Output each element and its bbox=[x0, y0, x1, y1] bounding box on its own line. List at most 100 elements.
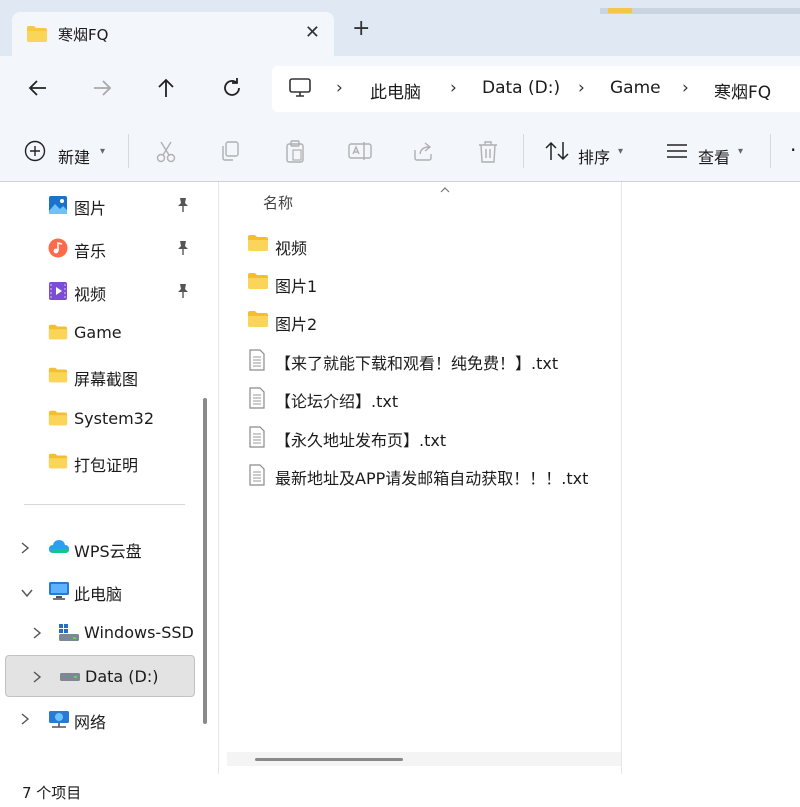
preview-area bbox=[623, 182, 800, 774]
file-name: 【来了就能下载和观看！纯免费！】.txt bbox=[275, 354, 559, 373]
new-tab-button[interactable]: + bbox=[352, 18, 370, 40]
sidebar-item-windows-ssd[interactable]: Windows-SSD bbox=[0, 613, 196, 653]
videos-icon bbox=[48, 281, 68, 301]
chevron-down-icon[interactable] bbox=[20, 584, 34, 602]
navigation-bar: › 此电脑 › Data (D:) › Game › 寒烟FQ bbox=[0, 56, 800, 120]
sidebar-item-label: WPS云盘 bbox=[74, 542, 142, 561]
sidebar-item-label: 打包证明 bbox=[74, 456, 139, 475]
computer-icon bbox=[288, 77, 312, 103]
drive-icon bbox=[59, 668, 80, 688]
up-arrow-icon[interactable] bbox=[154, 76, 178, 100]
sidebar-item-label: Windows-SSD bbox=[84, 623, 194, 642]
pin-icon[interactable] bbox=[176, 240, 190, 260]
background-window-peek bbox=[600, 0, 800, 14]
file-name: 【永久地址发布页】.txt bbox=[275, 431, 447, 450]
horizontal-scrollbar[interactable] bbox=[255, 758, 403, 761]
command-bar: 新建 ▾ 排序 ▾ 查看 ▾ · bbox=[0, 120, 800, 182]
horizontal-scroll-track bbox=[227, 752, 621, 766]
text-file-icon bbox=[247, 387, 267, 413]
sidebar-item-screenshots[interactable]: 屏幕截图 bbox=[0, 356, 196, 396]
sidebar-item-pictures[interactable]: 图片 bbox=[0, 185, 196, 225]
file-name: 图片2 bbox=[275, 315, 318, 334]
chevron-right-icon[interactable] bbox=[32, 626, 42, 644]
sidebar-item-music[interactable]: 音乐 bbox=[0, 228, 196, 268]
tab-active[interactable]: 寒烟FQ ✕ bbox=[12, 12, 334, 56]
more-options-button[interactable]: · bbox=[790, 138, 796, 162]
file-row[interactable]: 【来了就能下载和观看！纯免费！】.txt bbox=[247, 342, 617, 376]
file-name: 视频 bbox=[275, 239, 308, 258]
sidebar-item-network[interactable]: 网络 bbox=[0, 699, 196, 739]
file-row[interactable]: 最新地址及APP请发邮箱自动获取！！！.txt bbox=[247, 457, 617, 491]
file-name: 最新地址及APP请发邮箱自动获取！！！.txt bbox=[275, 469, 589, 488]
sidebar-item-game[interactable]: Game bbox=[0, 313, 196, 353]
divider bbox=[24, 504, 185, 505]
sidebar-item-wps-cloud[interactable]: WPS云盘 bbox=[0, 528, 196, 568]
item-count: 7 个项目 bbox=[22, 784, 82, 802]
sidebar-scrollbar[interactable] bbox=[203, 398, 207, 724]
sidebar-item-system32[interactable]: System32 bbox=[0, 399, 196, 439]
forward-arrow-icon[interactable] bbox=[90, 76, 114, 100]
tab-title: 寒烟FQ bbox=[58, 26, 109, 44]
file-row[interactable]: 视频 bbox=[247, 227, 617, 261]
view-button[interactable]: 查看 bbox=[698, 144, 730, 168]
back-arrow-icon[interactable] bbox=[26, 76, 50, 100]
file-row[interactable]: 【永久地址发布页】.txt bbox=[247, 419, 617, 453]
music-icon bbox=[48, 238, 68, 258]
column-header-name[interactable]: 名称 bbox=[263, 192, 293, 213]
address-bar[interactable]: › 此电脑 › Data (D:) › Game › 寒烟FQ bbox=[272, 66, 800, 112]
sort-icon[interactable] bbox=[544, 140, 570, 166]
sidebar-item-this-pc[interactable]: 此电脑 bbox=[0, 571, 196, 611]
new-plus-icon[interactable] bbox=[24, 140, 46, 166]
file-row[interactable]: 图片2 bbox=[247, 303, 617, 337]
file-row[interactable]: 【论坛介绍】.txt bbox=[247, 380, 617, 414]
sidebar-item-packaging-proof[interactable]: 打包证明 bbox=[0, 442, 196, 482]
divider bbox=[523, 134, 524, 168]
close-tab-button[interactable]: ✕ bbox=[305, 22, 320, 43]
text-file-icon bbox=[247, 464, 267, 490]
chevron-right-icon[interactable] bbox=[20, 712, 30, 730]
pin-icon[interactable] bbox=[176, 283, 190, 303]
sidebar-item-label: System32 bbox=[74, 409, 155, 428]
sidebar-item-label: 网络 bbox=[74, 713, 107, 732]
view-icon[interactable] bbox=[665, 140, 689, 166]
breadcrumb-separator-icon[interactable]: › bbox=[450, 78, 457, 98]
navigation-pane: 图片 音乐 视频 Game 屏幕截图 System32 打包证明 WPS云盘 此… bbox=[0, 182, 196, 774]
file-row[interactable]: 图片1 bbox=[247, 265, 617, 299]
computer-icon bbox=[48, 581, 69, 601]
file-name: 图片1 bbox=[275, 277, 318, 296]
refresh-icon[interactable] bbox=[220, 76, 244, 100]
delete-icon[interactable] bbox=[477, 140, 499, 168]
pin-icon[interactable] bbox=[176, 197, 190, 217]
sidebar-item-label: 音乐 bbox=[74, 242, 107, 261]
chevron-down-icon[interactable]: ▾ bbox=[618, 146, 623, 157]
folder-icon bbox=[48, 452, 68, 472]
chevron-right-icon[interactable] bbox=[32, 670, 42, 688]
breadcrumb-game[interactable]: Game bbox=[610, 78, 661, 98]
sidebar-item-label: 此电脑 bbox=[74, 585, 123, 604]
sort-ascending-icon bbox=[439, 180, 451, 198]
file-list: 名称 视频 图片1 图片2 【来了就能下载和观看！纯免费！】.txt 【论坛介绍… bbox=[218, 182, 622, 774]
folder-icon bbox=[48, 366, 68, 386]
breadcrumb-this-pc[interactable]: 此电脑 bbox=[370, 78, 421, 103]
breadcrumb-separator-icon[interactable]: › bbox=[682, 78, 689, 98]
cut-icon[interactable] bbox=[155, 140, 177, 168]
breadcrumb-separator-icon[interactable]: › bbox=[578, 78, 585, 98]
breadcrumb-separator-icon[interactable]: › bbox=[336, 78, 343, 98]
sidebar-item-videos[interactable]: 视频 bbox=[0, 271, 196, 311]
chevron-right-icon[interactable] bbox=[20, 541, 30, 559]
folder-icon bbox=[48, 323, 68, 343]
sort-button[interactable]: 排序 bbox=[578, 144, 610, 168]
network-icon bbox=[48, 709, 69, 729]
copy-icon[interactable] bbox=[219, 140, 241, 166]
breadcrumb-current-folder[interactable]: 寒烟FQ bbox=[714, 78, 771, 103]
breadcrumb-data-drive[interactable]: Data (D:) bbox=[482, 78, 560, 98]
sidebar-item-data-drive[interactable]: Data (D:) bbox=[5, 655, 195, 697]
divider bbox=[128, 134, 129, 168]
rename-icon[interactable] bbox=[348, 140, 372, 166]
chevron-down-icon[interactable]: ▾ bbox=[738, 146, 743, 157]
share-icon[interactable] bbox=[412, 140, 436, 166]
new-button[interactable]: 新建 bbox=[58, 144, 90, 168]
paste-icon[interactable] bbox=[284, 140, 306, 168]
text-file-icon bbox=[247, 426, 267, 452]
chevron-down-icon[interactable]: ▾ bbox=[100, 146, 105, 157]
